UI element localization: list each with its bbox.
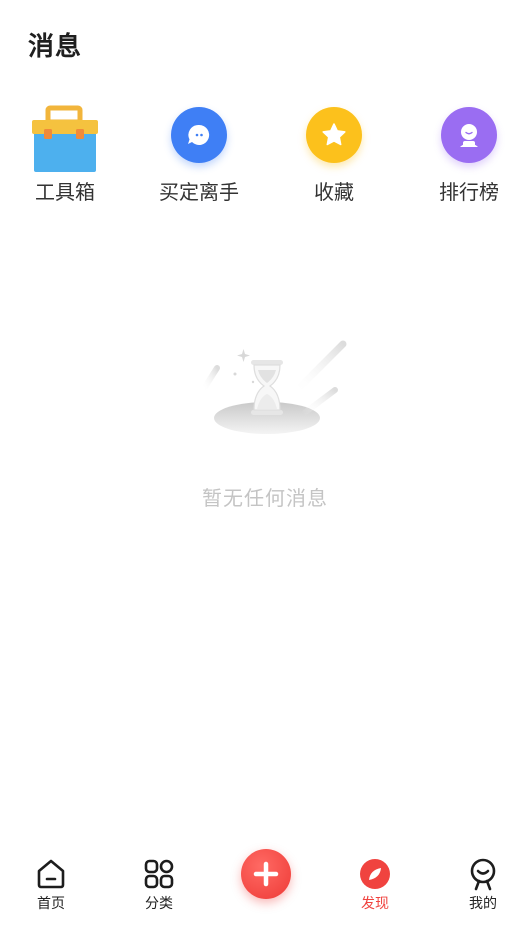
discover-icon xyxy=(358,857,392,891)
hourglass-icon xyxy=(195,330,355,450)
quick-actions: 工具箱 买定离手 收藏 排行榜 xyxy=(0,104,530,214)
profile-icon xyxy=(466,857,500,891)
home-icon xyxy=(34,857,68,891)
tab-label: 首页 xyxy=(37,896,65,912)
tab-label: 发现 xyxy=(361,896,389,912)
quick-action-ranking[interactable]: 排行榜 xyxy=(414,104,524,205)
quick-action-label: 买定离手 xyxy=(159,180,239,204)
grid-icon xyxy=(142,857,176,891)
page-title: 消息 xyxy=(28,32,83,62)
tab-label: 我的 xyxy=(469,896,497,912)
tab-home[interactable]: 首页 xyxy=(11,857,91,913)
tab-category[interactable]: 分类 xyxy=(119,857,199,913)
toolbox-icon xyxy=(30,104,100,174)
quick-action-bet[interactable]: 买定离手 xyxy=(144,104,254,205)
quick-action-label: 排行榜 xyxy=(439,180,499,204)
quick-action-label: 收藏 xyxy=(314,180,354,204)
quick-action-label: 工具箱 xyxy=(35,180,95,204)
plus-icon xyxy=(253,861,279,887)
empty-state-message: 暂无任何消息 xyxy=(202,486,328,510)
tab-discover[interactable]: 发现 xyxy=(335,857,415,913)
add-post-button[interactable] xyxy=(241,849,291,899)
quick-action-toolbox[interactable]: 工具箱 xyxy=(10,104,120,205)
tab-label: 分类 xyxy=(145,896,173,912)
star-icon xyxy=(306,107,362,163)
chat-bubble-icon xyxy=(171,107,227,163)
person-icon xyxy=(441,107,497,163)
quick-action-favorites[interactable]: 收藏 xyxy=(279,104,389,205)
tab-mine[interactable]: 我的 xyxy=(443,857,523,913)
